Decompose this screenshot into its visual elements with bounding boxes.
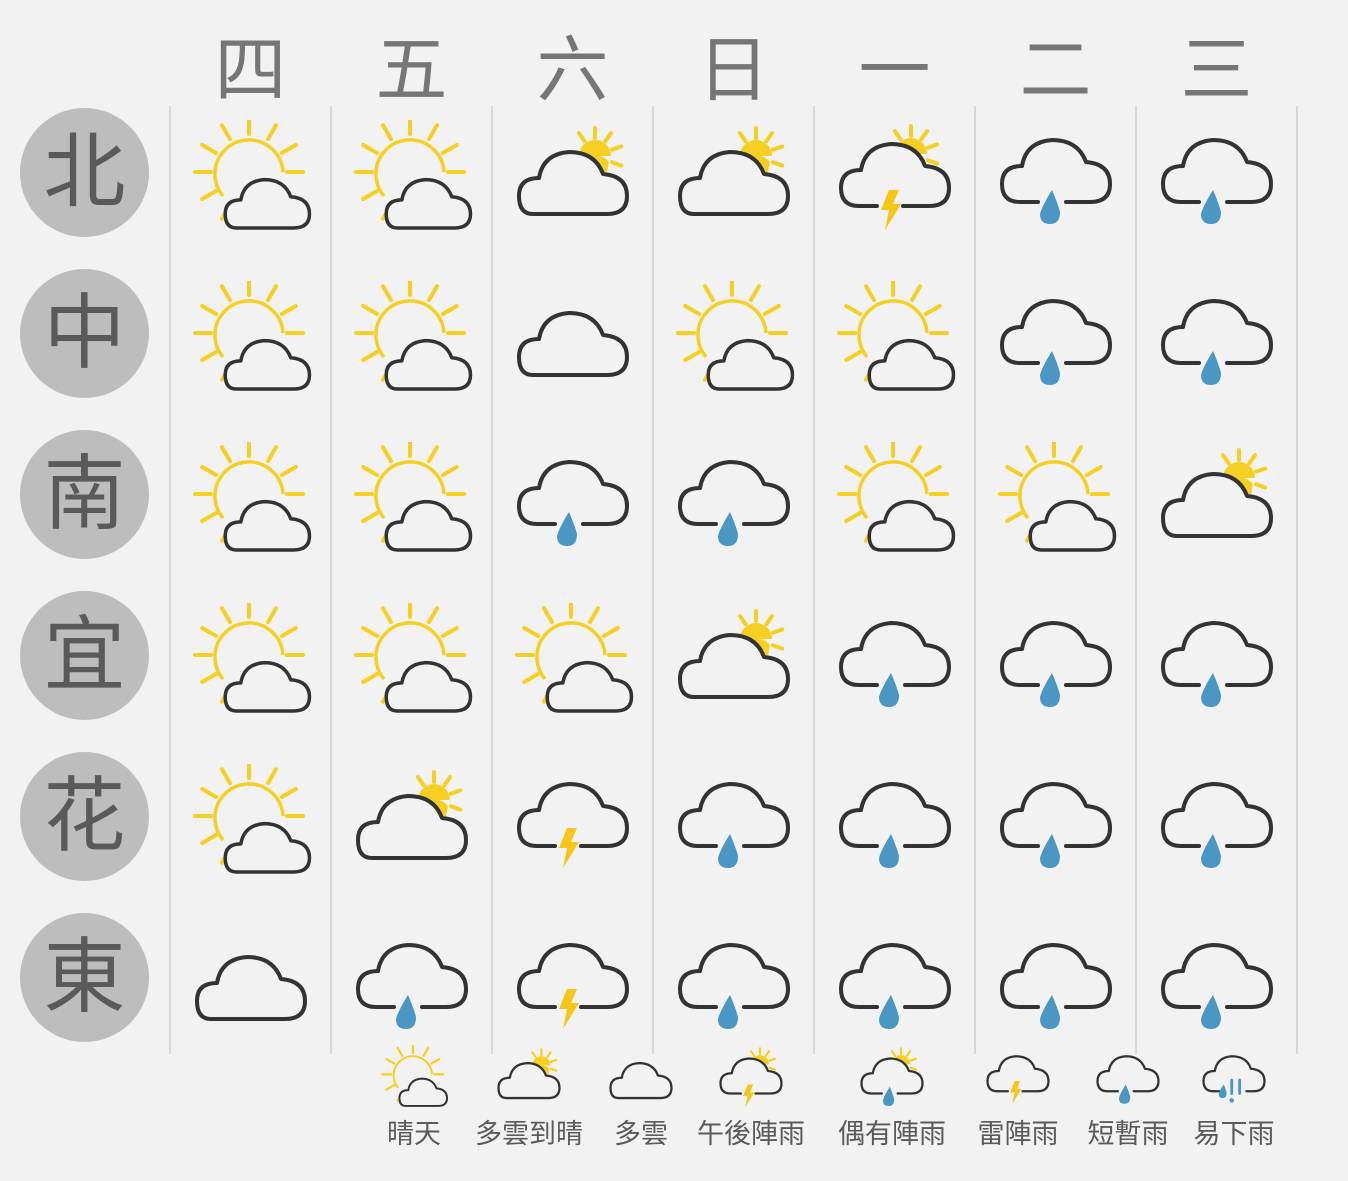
sunny-icon: [833, 277, 957, 409]
brief-rain-icon: [672, 764, 796, 892]
brief-rain-icon: [1093, 1045, 1163, 1119]
column-divider: [813, 106, 815, 1054]
region-label: 南: [20, 430, 149, 559]
legend-label: 偶有陣雨: [838, 1119, 946, 1150]
brief-rain-icon: [1155, 925, 1279, 1053]
legend-label: 易下雨: [1193, 1119, 1275, 1150]
column-divider: [1296, 106, 1298, 1054]
cloudy-sun-icon: [350, 764, 474, 892]
sunny-icon: [350, 438, 474, 570]
column-divider: [169, 106, 171, 1054]
brief-rain-icon: [1155, 120, 1279, 248]
cloudy-sun-icon: [672, 603, 796, 731]
legend-label: 多雲到晴: [475, 1119, 583, 1150]
brief-rain-icon: [994, 925, 1118, 1053]
day-header: 日: [697, 28, 770, 112]
brief-rain-icon: [511, 442, 635, 570]
sunny-icon: [189, 599, 313, 731]
sunny-icon: [189, 116, 313, 248]
brief-rain-icon: [994, 281, 1118, 409]
sunny-icon: [379, 1042, 449, 1119]
region-label: 宜: [20, 591, 149, 720]
brief-rain-icon: [1155, 603, 1279, 731]
brief-rain-icon: [1155, 281, 1279, 409]
thunderstorm-icon: [511, 764, 635, 892]
brief-rain-icon: [1155, 764, 1279, 892]
brief-rain-icon: [833, 603, 957, 731]
brief-rain-icon: [672, 442, 796, 570]
brief-rain-icon: [672, 925, 796, 1053]
brief-rain-icon: [994, 764, 1118, 892]
legend-label: 短暫雨: [1087, 1119, 1169, 1150]
cloudy-icon: [606, 1045, 676, 1119]
legend-label: 晴天: [387, 1119, 441, 1150]
cloudy-sun-icon: [1155, 442, 1279, 570]
brief-rain-icon: [833, 925, 957, 1053]
day-header: 二: [1019, 28, 1092, 112]
day-header: 六: [536, 28, 609, 112]
thunderstorm-icon: [983, 1045, 1053, 1119]
sunny-icon: [833, 438, 957, 570]
sunny-icon: [189, 277, 313, 409]
day-header: 三: [1180, 28, 1253, 112]
legend-label: 雷陣雨: [977, 1119, 1059, 1150]
occasional-rain-icon: [857, 1045, 927, 1119]
region-label: 東: [20, 913, 149, 1042]
sunny-icon: [350, 116, 474, 248]
column-divider: [1135, 106, 1137, 1054]
sunny-icon: [189, 438, 313, 570]
cloudy-icon: [189, 925, 313, 1053]
day-header: 五: [375, 28, 448, 112]
column-divider: [330, 106, 332, 1054]
day-header: 四: [214, 28, 287, 112]
region-label: 北: [20, 108, 149, 237]
cloudy-sun-icon: [494, 1045, 564, 1119]
rain-easy-icon: [1199, 1045, 1269, 1119]
sunny-icon: [350, 277, 474, 409]
thunderstorm-icon: [511, 925, 635, 1053]
region-label: 花: [20, 752, 149, 881]
sunny-icon: [511, 599, 635, 731]
brief-rain-icon: [833, 764, 957, 892]
column-divider: [974, 106, 976, 1054]
day-header: 一: [858, 28, 931, 112]
brief-rain-icon: [350, 925, 474, 1053]
sunny-icon: [189, 760, 313, 892]
cloudy-sun-icon: [672, 120, 796, 248]
brief-rain-icon: [994, 120, 1118, 248]
afternoon-thunder-icon: [716, 1045, 786, 1119]
column-divider: [491, 106, 493, 1054]
legend-label: 午後陣雨: [697, 1119, 805, 1150]
legend-label: 多雲: [614, 1119, 668, 1150]
sunny-icon: [994, 438, 1118, 570]
cloudy-icon: [511, 281, 635, 409]
sunny-icon: [672, 277, 796, 409]
brief-rain-icon: [994, 603, 1118, 731]
region-label: 中: [20, 269, 149, 398]
cloudy-sun-icon: [511, 120, 635, 248]
sunny-icon: [350, 599, 474, 731]
column-divider: [652, 106, 654, 1054]
afternoon-thunder-icon: [833, 120, 957, 248]
